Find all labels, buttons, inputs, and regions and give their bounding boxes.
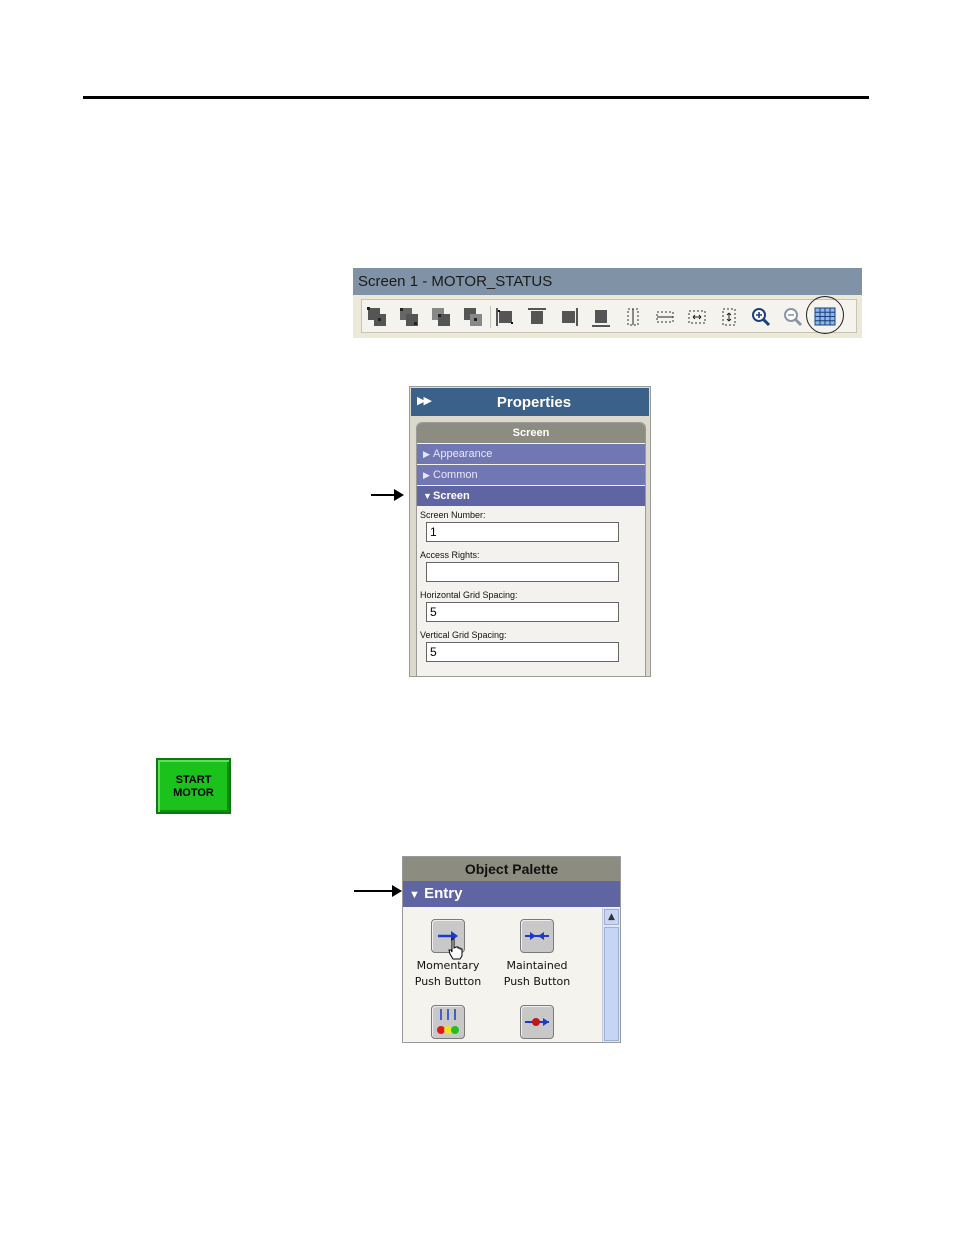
page-header-rule	[83, 96, 869, 99]
center-horizontally-icon[interactable]	[654, 306, 676, 328]
space-vertically-icon[interactable]	[718, 306, 740, 328]
vertical-grid-spacing-label: Vertical Grid Spacing:	[420, 630, 507, 640]
object-palette: Object Palette ▼ Entry Momentary Push Bu…	[402, 856, 621, 1043]
bring-to-front-icon[interactable]	[366, 306, 388, 328]
callout-arrow-screen	[371, 489, 404, 501]
section-screen[interactable]: ▼Screen	[417, 486, 645, 506]
scrollbar-thumb[interactable]	[604, 927, 619, 1041]
section-common-label: Common	[433, 469, 478, 481]
palette-scrollbar[interactable]: ▲	[602, 908, 620, 1042]
send-to-back-icon[interactable]	[398, 306, 420, 328]
palette-item-multistate-push-button[interactable]	[408, 1005, 488, 1039]
bring-forward-icon[interactable]	[430, 306, 452, 328]
align-left-icon[interactable]	[494, 306, 516, 328]
interlocked-push-button-icon	[520, 1005, 554, 1039]
palette-section-entry-label: Entry	[424, 885, 463, 902]
screen-number-field[interactable]: 1	[426, 522, 619, 542]
space-horizontally-icon[interactable]	[686, 306, 708, 328]
expand-icon: ▶	[423, 470, 430, 480]
properties-content: Screen ▶ Appearance ▶ Common ▼Screen Scree…	[416, 422, 646, 676]
collapse-icon: ▼	[423, 491, 432, 501]
center-vertically-icon[interactable]	[622, 306, 644, 328]
screen-title: Screen 1 - MOTOR_STATUS	[353, 268, 862, 295]
hand-cursor-icon	[448, 938, 463, 960]
callout-arrow-entry	[354, 885, 402, 897]
grid-button-highlight-circle	[806, 296, 844, 334]
horizontal-grid-spacing-field[interactable]: 5	[426, 602, 619, 622]
section-appearance[interactable]: ▶ Appearance	[417, 444, 645, 464]
horizontal-grid-spacing-label: Horizontal Grid Spacing:	[420, 590, 518, 600]
collapse-icon: ▼	[409, 889, 420, 901]
palette-item-label: Maintained Push Button	[503, 959, 571, 988]
section-screen-label: Screen	[433, 490, 470, 502]
properties-title: Properties	[496, 394, 572, 411]
align-bottom-icon[interactable]	[590, 306, 612, 328]
properties-panel: ▶▶ Properties Screen ▶ Appearance ▶ Common…	[409, 386, 651, 677]
properties-subheader: Screen	[417, 423, 645, 443]
screen-editor-toolbar-panel: Screen 1 - MOTOR_STATUS	[353, 268, 862, 338]
object-palette-title: Object Palette	[403, 857, 620, 881]
expand-icon: ▶	[423, 449, 430, 459]
palette-item-label: Momentary Push Button	[414, 959, 482, 988]
palette-section-entry[interactable]: ▼ Entry	[403, 881, 620, 907]
toolbar	[361, 299, 857, 333]
zoom-out-icon[interactable]	[782, 306, 804, 328]
screen-number-label: Screen Number:	[420, 510, 486, 520]
properties-header: ▶▶ Properties	[411, 388, 649, 416]
start-motor-line1: START	[175, 774, 212, 786]
access-rights-label: Access Rights:	[420, 550, 480, 560]
start-motor-button[interactable]: START MOTOR	[156, 758, 231, 814]
zoom-in-icon[interactable]	[750, 306, 772, 328]
start-motor-line2: MOTOR	[173, 787, 214, 799]
send-backward-icon[interactable]	[462, 306, 484, 328]
scroll-up-icon[interactable]: ▲	[604, 909, 619, 925]
maintained-push-button-icon	[520, 919, 554, 953]
vertical-grid-spacing-field[interactable]: 5	[426, 642, 619, 662]
section-appearance-label: Appearance	[433, 448, 493, 460]
align-right-icon[interactable]	[558, 306, 580, 328]
multistate-push-button-icon	[431, 1005, 465, 1039]
section-common[interactable]: ▶ Common	[417, 465, 645, 485]
palette-item-interlocked-push-button[interactable]	[497, 1005, 577, 1039]
access-rights-field[interactable]	[426, 562, 619, 582]
align-top-icon[interactable]	[526, 306, 548, 328]
palette-item-maintained-push-button[interactable]: Maintained Push Button	[497, 919, 577, 990]
